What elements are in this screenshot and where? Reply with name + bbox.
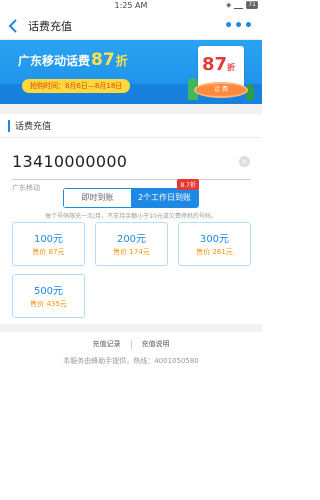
phone-number-input[interactable]: 13410000000 bbox=[12, 152, 127, 171]
section-header: 话费充值 bbox=[0, 114, 262, 138]
banner-discount-number: 87 bbox=[91, 50, 115, 70]
amount-card-100[interactable]: 100元 售价 87元 bbox=[12, 222, 85, 266]
service-info: 本服务由蜂助手提供，热线：4001050580 bbox=[63, 357, 199, 365]
card-sale-price: 售价 87元 bbox=[32, 248, 65, 256]
card-sale-price: 售价 435元 bbox=[30, 300, 67, 308]
page-title: 话费充值 bbox=[28, 19, 72, 33]
promo-banner[interactable]: 广东移动话费 87 折 抢购时间：8月6日—8月18日 87折 话 费 bbox=[0, 40, 262, 104]
discount-tag: 8.7折 bbox=[177, 179, 199, 190]
section-gap bbox=[0, 104, 262, 114]
badge-number: 87 bbox=[202, 54, 228, 75]
discount-badge-illustration: 87折 话 费 bbox=[192, 44, 250, 102]
footer-gap bbox=[0, 324, 262, 332]
signal-icon bbox=[234, 2, 244, 9]
link-recharge-records[interactable]: 充值记录 bbox=[93, 339, 121, 349]
banner-discount-suffix: 折 bbox=[115, 54, 128, 68]
wifi-icon: ◈ bbox=[225, 1, 232, 9]
more-menu-icon[interactable]: ••• bbox=[224, 18, 254, 34]
badge-discount: 87折 bbox=[202, 54, 235, 75]
back-arrow-icon[interactable] bbox=[8, 17, 26, 35]
banner-headline-prefix: 广东移动话费 bbox=[18, 54, 91, 68]
option-instant[interactable]: 即时到账 bbox=[64, 189, 131, 207]
badge-suffix: 折 bbox=[227, 63, 236, 72]
card-sale-price: 售价 174元 bbox=[113, 248, 150, 256]
link-divider bbox=[130, 339, 132, 349]
top-nav-bar: 话费充值 ••• bbox=[0, 12, 262, 40]
card-face-value: 200元 bbox=[116, 234, 147, 245]
banner-headline: 广东移动话费 87 折 bbox=[18, 50, 128, 70]
ring-label: 话 费 bbox=[214, 86, 228, 93]
status-time: 1:25 AM bbox=[114, 1, 148, 10]
lifebuoy-ring: 话 费 bbox=[194, 82, 248, 98]
delivery-toggle: 即时到账 2个工作日到账 8.7折 bbox=[63, 179, 199, 208]
card-face-value: 300元 bbox=[199, 234, 230, 245]
section-title: 话费充值 bbox=[15, 122, 52, 132]
footer-links: 充值记录 充值说明 bbox=[0, 339, 262, 349]
section-accent-bar bbox=[8, 119, 10, 132]
link-recharge-help[interactable]: 充值说明 bbox=[142, 339, 170, 349]
card-sale-price: 售价 261元 bbox=[196, 248, 233, 256]
amount-card-200[interactable]: 200元 售价 174元 bbox=[95, 222, 168, 266]
status-bar: 1:25 AM ◈ 71 bbox=[0, 0, 262, 12]
amount-card-500[interactable]: 500元 售价 435元 bbox=[12, 274, 85, 318]
option-two-days[interactable]: 2个工作日到账 bbox=[131, 189, 198, 207]
card-face-value: 100元 bbox=[33, 234, 64, 245]
amount-card-300[interactable]: 300元 售价 261元 bbox=[178, 222, 251, 266]
card-face-value: 500元 bbox=[33, 286, 64, 297]
phone-input-row[interactable]: 13410000000 × bbox=[12, 138, 250, 180]
status-icons: ◈ 71 bbox=[226, 1, 258, 9]
banner-time-pill: 抢购时间：8月6日—8月18日 bbox=[22, 79, 131, 93]
clear-input-icon[interactable]: × bbox=[239, 156, 250, 167]
battery-icon: 71 bbox=[246, 1, 258, 9]
recharge-note: 每个号码限充一次/月，不支持余额小于10元或欠费停机的号码。 bbox=[45, 213, 217, 220]
